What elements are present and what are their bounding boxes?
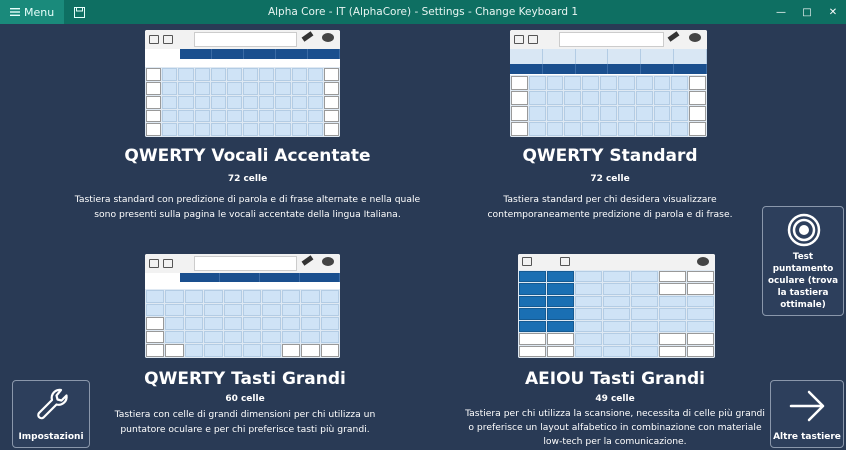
card-description: Tastiera standard per chi desidera visua…	[487, 194, 733, 220]
close-button[interactable]: ✕	[820, 0, 846, 24]
card-cell-count: 72 celle	[227, 174, 268, 184]
keyboard-preview-qwerty-tasti-grandi[interactable]	[145, 254, 340, 358]
keyboard-preview-aeiou-tasti-grandi[interactable]	[518, 254, 715, 358]
keyboard-card-qwerty-tasti-grandi[interactable]: QWERTY Tasti Grandi 60 celle Tastiera co…	[95, 369, 395, 437]
settings-button[interactable]: Impostazioni	[12, 380, 90, 448]
hamburger-icon	[10, 6, 20, 19]
maximize-icon: □	[802, 6, 812, 18]
keyboard-preview-qwerty-vocali-accentate[interactable]	[145, 30, 340, 137]
close-icon: ✕	[828, 6, 838, 18]
maximize-button[interactable]: □	[794, 0, 820, 24]
floppy-disk-icon	[73, 3, 85, 22]
more-keyboards-button[interactable]: Altre tastiere	[770, 380, 844, 448]
settings-label: Impostazioni	[18, 432, 84, 442]
card-description: Tastiera standard con predizione di paro…	[74, 194, 421, 220]
keyboard-card-qwerty-vocali-accentate[interactable]: QWERTY Vocali Accentate 72 celle Tastier…	[70, 146, 425, 222]
window-title: Alpha Core - IT (AlphaCore) - Settings -…	[267, 6, 579, 18]
arrow-right-icon	[789, 389, 827, 427]
keyboard-preview-qwerty-standard[interactable]	[510, 30, 707, 137]
minimize-button[interactable]: —	[768, 0, 794, 24]
card-title: AEIOU Tasti Grandi	[524, 369, 706, 389]
wrench-icon	[35, 387, 71, 427]
eye-test-label: Test puntamento oculare (trova la tastie…	[767, 252, 839, 310]
card-cell-count: 49 celle	[595, 394, 635, 404]
card-cell-count: 60 celle	[225, 394, 265, 404]
keyboard-card-aeiou-tasti-grandi[interactable]: AEIOU Tasti Grandi 49 celle Tastiera per…	[465, 369, 765, 449]
minimize-icon: —	[776, 6, 786, 18]
card-cell-count: 72 celle	[590, 174, 630, 184]
menu-label: Menu	[24, 5, 55, 19]
save-button[interactable]	[68, 0, 90, 24]
target-icon	[787, 213, 821, 251]
card-description: Tastiera per chi utilizza la scansione, …	[465, 408, 765, 447]
eye-test-button[interactable]: Test puntamento oculare (trova la tastie…	[762, 206, 844, 316]
card-title: QWERTY Tasti Grandi	[144, 369, 346, 389]
card-title: QWERTY Vocali Accentate	[124, 146, 371, 166]
menu-button[interactable]: Menu	[0, 0, 65, 24]
card-title: QWERTY Standard	[522, 146, 698, 166]
more-keyboards-label: Altre tastiere	[773, 432, 841, 442]
card-description: Tastiera con celle di grandi dimensioni …	[114, 409, 376, 435]
title-bar: Menu Alpha Core - IT (AlphaCore) - Setti…	[0, 0, 846, 24]
keyboard-card-qwerty-standard[interactable]: QWERTY Standard 72 celle Tastiera standa…	[470, 146, 750, 222]
